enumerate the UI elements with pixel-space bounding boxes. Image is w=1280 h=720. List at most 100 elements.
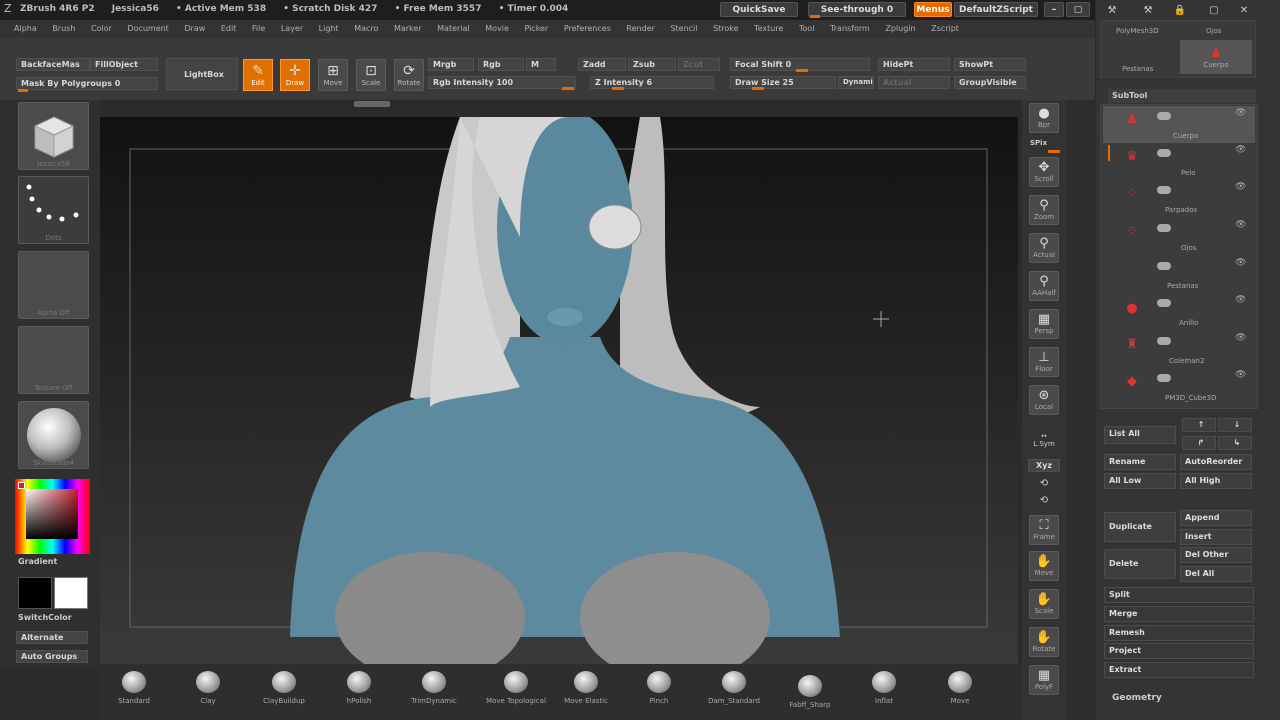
- main-color-swatch[interactable]: [54, 577, 88, 609]
- zadd-button[interactable]: Zadd: [578, 58, 626, 71]
- zoom-button[interactable]: ⚲ Zoom: [1029, 195, 1059, 225]
- split-button[interactable]: Split: [1104, 587, 1254, 603]
- subtool-row-cuerpo[interactable]: ♟ 👁 Cuerpo: [1103, 106, 1255, 143]
- menu-brush[interactable]: Brush: [52, 24, 75, 33]
- visibility-toggle[interactable]: [1157, 112, 1171, 120]
- scroll-button[interactable]: ✥ Scroll: [1029, 157, 1059, 187]
- brush-dam-standard[interactable]: Dam_Standard: [704, 668, 764, 708]
- ojos-label[interactable]: Ojos: [1206, 27, 1221, 35]
- subtool-header[interactable]: SubTool: [1108, 89, 1256, 103]
- merge-button[interactable]: Merge: [1104, 606, 1254, 622]
- fill-object-button[interactable]: FillObject: [90, 58, 158, 71]
- move-up-arrow-icon[interactable]: ↱: [1182, 436, 1216, 450]
- remesh-button[interactable]: Remesh: [1104, 625, 1254, 641]
- brush-fabff-sharp[interactable]: Fabff_Sharp: [780, 672, 840, 712]
- menu-alpha[interactable]: Alpha: [14, 24, 37, 33]
- move-mode-button[interactable]: ⊞ Move: [318, 59, 348, 91]
- default-zscript-button[interactable]: DefaultZScript: [954, 2, 1038, 17]
- eye-icon[interactable]: 👁: [1235, 145, 1246, 155]
- quicksave-button[interactable]: QuickSave: [720, 2, 798, 17]
- color-picker[interactable]: [15, 479, 90, 554]
- document-canvas[interactable]: [100, 117, 1018, 664]
- duplicate-button[interactable]: Duplicate: [1104, 512, 1176, 542]
- draw-size-slider[interactable]: Draw Size 25: [730, 76, 836, 89]
- xyz-button[interactable]: Xyz: [1028, 459, 1060, 472]
- mask-by-polygroups-slider[interactable]: Mask By Polygroups 0: [16, 77, 158, 90]
- menu-movie[interactable]: Movie: [485, 24, 509, 33]
- menu-preferences[interactable]: Preferences: [564, 24, 611, 33]
- actual-button[interactable]: Actual: [878, 76, 950, 89]
- list-all-button[interactable]: List All: [1104, 426, 1176, 444]
- dynamic-button[interactable]: Dynamic: [838, 76, 874, 89]
- rgb-button[interactable]: Rgb: [478, 58, 524, 71]
- hidept-button[interactable]: HidePt: [878, 58, 950, 71]
- zcut-button[interactable]: Zcut: [678, 58, 720, 71]
- visibility-toggle[interactable]: [1157, 262, 1171, 270]
- local-button[interactable]: ⊛ Local: [1029, 385, 1059, 415]
- brush-standard[interactable]: Standard: [104, 668, 164, 708]
- rotate-mode-button[interactable]: ⟳ Rotate: [394, 59, 424, 91]
- spix-label[interactable]: SPix: [1030, 139, 1047, 147]
- rotate-axis-z-icon[interactable]: ⟲: [1036, 493, 1052, 507]
- brush-trimdynamic[interactable]: TrimDynamic: [404, 668, 464, 708]
- scale-view-button[interactable]: ✋ Scale: [1029, 589, 1059, 619]
- menu-color[interactable]: Color: [91, 24, 112, 33]
- eye-icon[interactable]: 👁: [1235, 182, 1246, 192]
- del-other-button[interactable]: Del Other: [1180, 547, 1252, 563]
- visibility-toggle[interactable]: [1157, 374, 1171, 382]
- autoreorder-button[interactable]: AutoReorder: [1180, 454, 1252, 470]
- subtool-row-pestanas[interactable]: 👁 Pestanas: [1103, 256, 1255, 293]
- visibility-toggle[interactable]: [1157, 224, 1171, 232]
- eye-icon[interactable]: 👁: [1235, 258, 1246, 268]
- edit-mode-button[interactable]: ✎ Edit: [243, 59, 273, 91]
- visibility-toggle[interactable]: [1157, 149, 1171, 157]
- eye-icon[interactable]: 👁: [1235, 333, 1246, 343]
- brush-move-elastic[interactable]: Move Elastic: [554, 668, 618, 708]
- menu-texture[interactable]: Texture: [754, 24, 783, 33]
- move-down-icon[interactable]: ↓: [1218, 418, 1252, 432]
- delete-button[interactable]: Delete: [1104, 549, 1176, 579]
- menu-light[interactable]: Light: [319, 24, 339, 33]
- move-view-button[interactable]: ✋ Move: [1029, 551, 1059, 581]
- m-button[interactable]: M: [526, 58, 556, 71]
- stroke-tile[interactable]: Dots: [18, 176, 89, 244]
- del-all-button[interactable]: Del All: [1180, 566, 1252, 582]
- menus-button[interactable]: Menus: [914, 2, 952, 17]
- menu-material[interactable]: Material: [437, 24, 470, 33]
- restore-icon[interactable]: ▢: [1204, 2, 1224, 18]
- bpr-button[interactable]: ● Bpr: [1029, 103, 1059, 133]
- polymesh-label[interactable]: PolyMesh3D: [1116, 27, 1159, 35]
- subtool-row-parpados[interactable]: ⁘ 👁 Parpados: [1103, 180, 1255, 217]
- material-tile[interactable]: SkinShade4: [18, 401, 89, 469]
- persp-button[interactable]: ▦ Persp: [1029, 309, 1059, 339]
- menu-stencil[interactable]: Stencil: [670, 24, 697, 33]
- gradient-label[interactable]: Gradient: [18, 557, 57, 566]
- brush-inflat[interactable]: Inflat: [854, 668, 914, 708]
- draw-mode-button[interactable]: ✛ Draw: [280, 59, 310, 91]
- tool-icon-2[interactable]: ⚒: [1136, 2, 1160, 18]
- move-up-icon[interactable]: ↑: [1182, 418, 1216, 432]
- scale-mode-button[interactable]: ⊡ Scale: [356, 59, 386, 91]
- see-through-slider[interactable]: See-through 0: [808, 2, 906, 17]
- subtool-row-ojos[interactable]: ⁘ 👁 Ojos: [1103, 218, 1255, 255]
- extract-button[interactable]: Extract: [1104, 662, 1254, 678]
- aahalf-button[interactable]: ⚲ AAHalf: [1029, 271, 1059, 301]
- brush-move[interactable]: Move: [930, 668, 990, 708]
- menu-render[interactable]: Render: [626, 24, 654, 33]
- menu-zplugin[interactable]: Zplugin: [885, 24, 915, 33]
- subtool-row-pelo[interactable]: ♛ 👁 Pelo: [1103, 143, 1255, 180]
- brush-move-topological[interactable]: Move Topological: [480, 668, 552, 708]
- minimize-icon[interactable]: –: [1044, 2, 1064, 17]
- geometry-header[interactable]: Geometry: [1112, 693, 1162, 703]
- menu-macro[interactable]: Macro: [354, 24, 378, 33]
- alpha-tile[interactable]: Alpha Off: [18, 251, 89, 319]
- polyf-button[interactable]: ▦ PolyF: [1029, 665, 1059, 695]
- mrgb-button[interactable]: Mrgb: [428, 58, 474, 71]
- floor-button[interactable]: ⊥ Floor: [1029, 347, 1059, 377]
- menu-layer[interactable]: Layer: [281, 24, 303, 33]
- groupvisible-button[interactable]: GroupVisible: [954, 76, 1026, 89]
- eye-icon[interactable]: 👁: [1235, 220, 1246, 230]
- color-picker-sv-square[interactable]: [26, 489, 78, 539]
- subtool-row-coleman2[interactable]: ♜ 👁 Coleman2: [1103, 331, 1255, 368]
- switchcolor-button[interactable]: SwitchColor: [18, 613, 72, 622]
